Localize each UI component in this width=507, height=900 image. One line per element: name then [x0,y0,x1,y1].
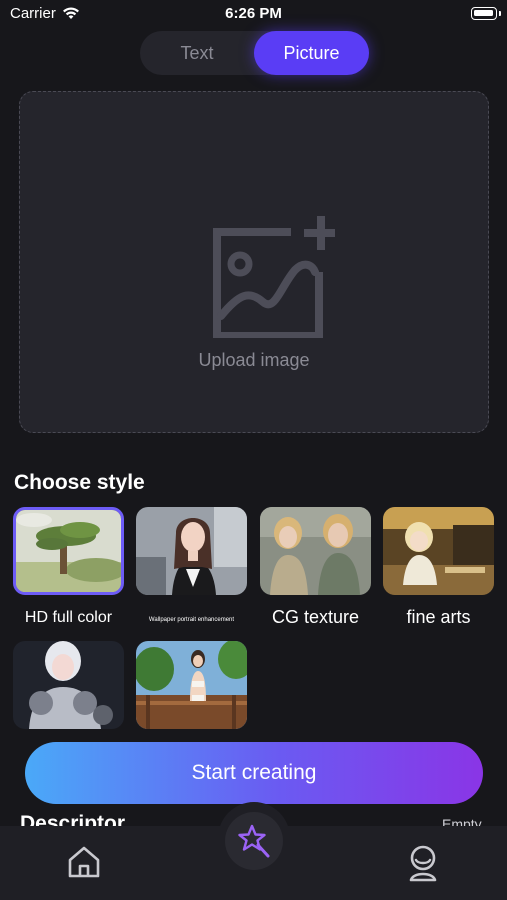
home-icon [68,846,100,878]
upload-image-label: Upload image [198,350,310,370]
style-card-cg-texture[interactable] [260,507,371,595]
status-bar: Carrier 6:26 PM [0,0,507,28]
style-thumbnail-cg [260,507,371,595]
style-label-hd-full-color: HD full color [24,609,113,626]
style-label-fine-arts: fine arts [406,607,471,627]
magic-wand-icon [238,824,270,858]
style-card-hd-full-color[interactable] [13,507,124,595]
tab-profile[interactable] [405,844,441,882]
tab-picture[interactable]: Picture [254,31,369,75]
battery-icon [471,7,501,20]
style-card-fine-arts[interactable] [383,507,494,595]
start-creating-button[interactable]: Start creating [25,742,483,804]
profile-icon [409,845,437,882]
image-add-icon [213,216,335,338]
style-card-5[interactable] [13,641,124,729]
upload-image-area[interactable]: Upload image [19,91,489,433]
tab-home[interactable] [66,844,102,880]
style-label-wallpaper-portrait: Wallpaper portrait enhancement [148,617,235,623]
style-thumbnail-photo [136,641,247,729]
style-label-cg-texture: CG texture [271,607,360,627]
choose-style-title: Choose style [14,471,145,494]
status-time: 6:26 PM [225,5,282,22]
style-card-6[interactable] [136,641,247,729]
style-card-wallpaper-portrait[interactable] [136,507,247,595]
mode-segmented-control: Text Picture [140,31,369,75]
style-thumbnail-tree [16,510,121,592]
style-thumbnail-fine-arts [383,507,494,595]
tab-text[interactable]: Text [140,31,254,75]
style-thumbnail-portrait [136,507,247,595]
create-tab-button[interactable] [225,812,283,870]
style-thumbnail-cyborg [13,641,124,729]
